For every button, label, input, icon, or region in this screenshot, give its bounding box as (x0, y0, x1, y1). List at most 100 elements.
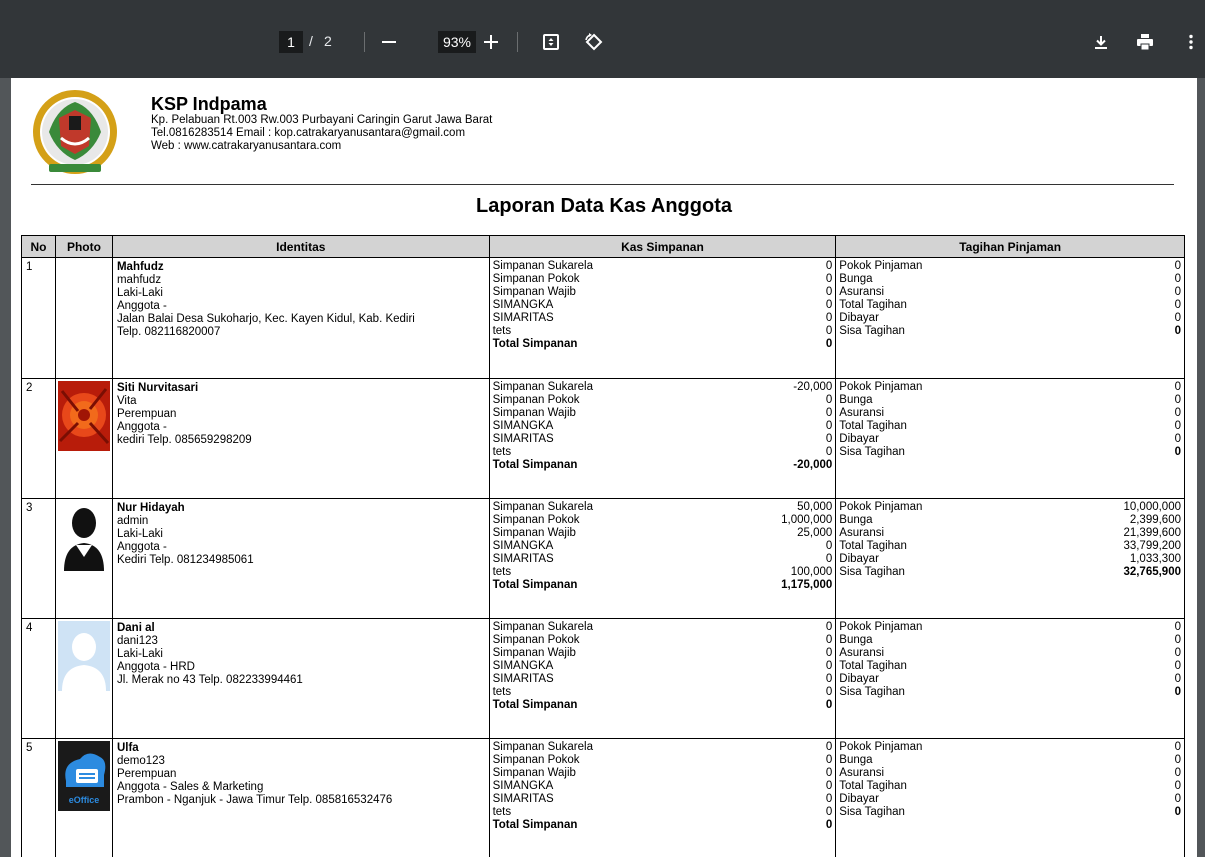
download-icon (1095, 36, 1107, 49)
minus-icon (382, 41, 396, 43)
table-row: 4 Dani al dani123 Laki-Laki Anggota - HRD Jl.… (21, 618, 1185, 739)
tagihan-item: Bunga 0 (839, 754, 1181, 767)
member-photo-cell (54, 498, 113, 619)
row-number: 2 (21, 378, 56, 499)
member-identity: Nur Hidayah admin Laki-Laki Anggota - Kediri… (111, 498, 490, 619)
tagihan-item: Total Tagihan 33,799,200 (839, 540, 1181, 553)
member-detail-line: Prambon - Nganjuk - Jawa Timur Telp. 085… (116, 794, 393, 806)
kas-total: Total Simpanan 0 (493, 338, 833, 351)
kas-value: 0 (825, 767, 833, 779)
kas-item: Simpanan Wajib 0 (493, 407, 833, 420)
kas-item: tets 100,000 (493, 566, 833, 579)
more-vert-icon (1189, 34, 1193, 50)
kas-item: SIMARITAS 0 (493, 312, 833, 325)
kas-label: Simpanan Sukarela (492, 260, 593, 272)
kas-value: 0 (825, 286, 833, 298)
page-total: 2 (324, 33, 332, 49)
kas-item: SIMARITAS 0 (493, 673, 833, 686)
member-name: Dani al (116, 622, 155, 634)
kas-item: Simpanan Pokok 0 (493, 273, 833, 286)
pdf-page: KSP Indpama Kp. Pelabuan Rt.003 Rw.003 P… (11, 78, 1197, 857)
tagihan-item: Sisa Tagihan 0 (839, 806, 1181, 819)
tagihan-value: 0 (1174, 394, 1181, 406)
tagihan-value: 0 (1174, 741, 1181, 753)
kas-label: tets (492, 806, 512, 818)
tagihan-label: Dibayar (839, 433, 879, 445)
kas-item: SIMANGKA 0 (493, 540, 833, 553)
kas-value: 0 (825, 446, 833, 458)
kas-value: 0 (825, 647, 833, 659)
kas-item: Simpanan Pokok 0 (493, 754, 833, 767)
tagihan-item: Pokok Pinjaman 0 (839, 381, 1181, 394)
fit-page-button[interactable] (537, 28, 565, 56)
kas-item: Simpanan Wajib 0 (493, 767, 833, 780)
member-detail-line: kediri Telp. 085659298209 (116, 434, 252, 446)
tagihan-item: Sisa Tagihan 0 (839, 446, 1181, 459)
tagihan-label: Sisa Tagihan (839, 325, 905, 337)
tagihan-value: 1,033,300 (1129, 553, 1181, 565)
kas-value: 0 (825, 407, 833, 419)
kas-label: Simpanan Wajib (492, 767, 576, 779)
member-photo-flower (57, 381, 110, 451)
tagihan-pinjaman-cell: Pokok Pinjaman 0 Bunga 0 Asuransi 0 Total Tagi… (835, 618, 1185, 739)
page-number-input[interactable]: 1 (279, 31, 303, 53)
kas-value: 0 (825, 686, 833, 698)
kas-item: SIMARITAS 0 (493, 433, 833, 446)
member-detail-line: Laki-Laki (116, 648, 163, 660)
tagihan-value: 2,399,600 (1129, 514, 1181, 526)
member-photo-cell (54, 257, 113, 379)
download-button[interactable] (1087, 28, 1115, 56)
zoom-out-button[interactable] (375, 28, 403, 56)
company-info: KSP Indpama Kp. Pelabuan Rt.003 Rw.003 P… (151, 94, 492, 153)
tagihan-item: Pokok Pinjaman 0 (839, 741, 1181, 754)
company-contact: Tel.0816283514 Email : kop.catrakaryanus… (151, 127, 466, 139)
tagihan-label: Bunga (839, 394, 873, 406)
toolbar-divider (364, 32, 365, 52)
tagihan-value: 0 (1174, 420, 1181, 432)
company-name: KSP Indpama (151, 94, 267, 114)
kas-item: Simpanan Wajib 0 (493, 286, 833, 299)
kas-value: 0 (825, 260, 833, 272)
col-no: No (21, 235, 56, 258)
tagihan-item: Dibayar 0 (839, 312, 1181, 325)
print-button[interactable] (1131, 28, 1159, 56)
kas-label: SIMARITAS (492, 673, 554, 685)
tagihan-value: 10,000,000 (1123, 501, 1181, 513)
kas-value: 0 (825, 312, 833, 324)
more-options-button[interactable] (1177, 28, 1205, 56)
kas-simpanan-cell: Simpanan Sukarela 0 Simpanan Pokok 0 Simpana… (488, 738, 837, 857)
tagihan-value: 0 (1174, 806, 1181, 818)
kas-item: Simpanan Pokok 0 (493, 394, 833, 407)
tagihan-value: 0 (1174, 686, 1181, 698)
kas-item: Simpanan Pokok 1,000,000 (493, 514, 833, 527)
kas-simpanan-cell: Simpanan Sukarela -20,000 Simpanan Pokok 0 S… (488, 378, 837, 499)
rotate-button[interactable] (580, 28, 608, 56)
tagihan-label: Total Tagihan (839, 780, 907, 792)
tagihan-value: 21,399,600 (1123, 527, 1181, 539)
tagihan-label: Asuransi (839, 286, 885, 298)
tagihan-item: Bunga 0 (839, 394, 1181, 407)
kas-label: Simpanan Sukarela (492, 621, 593, 633)
zoom-level-input[interactable]: 93% (438, 31, 476, 53)
member-name: Siti Nurvitasari (116, 382, 199, 394)
kas-label: SIMARITAS (492, 553, 554, 565)
tagihan-value: 0 (1174, 260, 1181, 272)
tagihan-label: Asuransi (839, 407, 885, 419)
print-icon (1137, 34, 1153, 51)
tagihan-value: 0 (1174, 312, 1181, 324)
kas-item: tets 0 (493, 446, 833, 459)
tagihan-item: Dibayar 1,033,300 (839, 553, 1181, 566)
member-detail-line: Vita (116, 395, 137, 407)
kas-total-label: Total Simpanan (492, 459, 578, 471)
kas-total-value: 0 (825, 338, 833, 350)
kas-value: 1,000,000 (781, 514, 833, 526)
kas-item: Simpanan Pokok 0 (493, 634, 833, 647)
tagihan-value: 0 (1174, 754, 1181, 766)
member-detail-line: Laki-Laki (116, 287, 163, 299)
tagihan-item: Sisa Tagihan 32,765,900 (839, 566, 1181, 579)
zoom-in-button[interactable] (477, 28, 505, 56)
tagihan-item: Asuransi 21,399,600 (839, 527, 1181, 540)
tagihan-value: 0 (1174, 660, 1181, 672)
col-photo: Photo (54, 235, 113, 258)
kas-simpanan-cell: Simpanan Sukarela 50,000 Simpanan Pokok 1,0… (488, 498, 837, 619)
